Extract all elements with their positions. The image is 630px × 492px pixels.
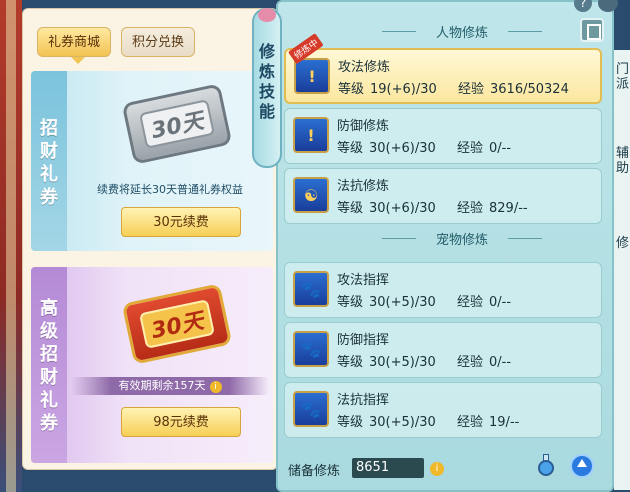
- skill-name: 防御指挥: [337, 333, 390, 348]
- storage-value: 8651: [352, 458, 424, 478]
- skill-level: 等级 30(+5)/30: [337, 411, 436, 430]
- magic-resist-icon: ☯: [293, 177, 329, 213]
- level-label: 等级: [337, 295, 364, 310]
- skill-name: 攻法指挥: [337, 273, 390, 288]
- renew-98-button[interactable]: 98元续费: [121, 407, 241, 437]
- skill-exp: 经验 0/--: [457, 137, 511, 156]
- level-value: 30(+6)/30: [369, 201, 436, 216]
- skill-row[interactable]: ☯ 法抗修炼等级 30(+6)/30 经验 829/--: [284, 168, 602, 224]
- skill-level: 等级 30(+6)/30: [337, 197, 436, 216]
- level-label: 等级: [338, 82, 365, 97]
- skill-exp: 经验 19/--: [457, 411, 519, 430]
- exp-value: 3616/50324: [490, 82, 569, 97]
- validity-text: 有效期剩余157天 i: [71, 377, 269, 395]
- ticket-label: 30天: [139, 99, 215, 149]
- exp-label: 经验: [457, 201, 484, 216]
- skill-level: 等级 19(+6)/30: [338, 78, 437, 97]
- premium-fortune-voucher-card: 高级招财礼券 30天 有效期剩余157天 i 98元续费: [31, 267, 273, 463]
- level-value: 30(+6)/30: [369, 141, 436, 156]
- silver-ticket-icon: 30天: [121, 83, 233, 165]
- level-label: 等级: [337, 201, 364, 216]
- renew-30-button[interactable]: 30元续费: [121, 207, 241, 237]
- exp-value: 829/--: [489, 201, 528, 216]
- skill-exp: 经验 829/--: [457, 197, 528, 216]
- section-title: 人物修炼: [372, 22, 552, 42]
- tab-cultivation-skills[interactable]: 修炼技能: [252, 8, 282, 168]
- level-label: 等级: [337, 355, 364, 370]
- card-title: 招财礼券: [40, 118, 58, 208]
- pet-resist-icon: 🐾: [293, 391, 329, 427]
- skill-level: 等级 30(+5)/30: [337, 291, 436, 310]
- level-label: 等级: [337, 141, 364, 156]
- right-edge-tabs: 门派 辅助 修: [614, 50, 630, 490]
- skill-level: 等级 30(+6)/30: [337, 137, 436, 156]
- voucher-shop-panel: 礼券商城 积分兑换 招财礼券 30天 续费将延长30天普通礼券权益 30元续费 …: [22, 8, 278, 470]
- skill-level: 等级 30(+5)/30: [337, 351, 436, 370]
- exp-label: 经验: [457, 355, 484, 370]
- skill-row[interactable]: ! 修炼中 攻法修炼 等级 19(+6)/30 经验 3616/50324: [284, 33, 602, 104]
- tab-label: 修炼技能: [259, 42, 276, 121]
- validity-label: 有效期剩余157天: [118, 379, 206, 392]
- tab-assist[interactable]: 辅助: [616, 146, 629, 176]
- upgrade-arrow-icon[interactable]: [570, 454, 594, 478]
- skill-name: 攻法修炼: [338, 60, 391, 75]
- active-tab-arrow: [71, 57, 85, 64]
- fortune-voucher-card: 招财礼券 30天 续费将延长30天普通礼券权益 30元续费: [31, 71, 273, 251]
- level-label: 等级: [337, 415, 364, 430]
- exp-value: 0/--: [489, 141, 512, 156]
- card-title: 高级招财礼券: [40, 298, 58, 434]
- game-background-edge: [0, 0, 22, 492]
- exp-label: 经验: [457, 141, 484, 156]
- skill-exp: 经验 3616/50324: [458, 78, 569, 97]
- info-icon[interactable]: i: [430, 462, 444, 476]
- tab-cultivate[interactable]: 修: [616, 236, 629, 251]
- level-value: 19(+6)/30: [370, 82, 437, 97]
- exp-label: 经验: [457, 415, 484, 430]
- info-icon[interactable]: i: [209, 381, 222, 393]
- skill-row[interactable]: ! 防御修炼等级 30(+6)/30 经验 0/--: [284, 108, 602, 164]
- gold-ticket-icon: 30天: [121, 283, 233, 365]
- defense-icon: !: [293, 117, 329, 153]
- pet-defense-icon: 🐾: [293, 331, 329, 367]
- skill-row[interactable]: 🐾 攻法指挥等级 30(+5)/30 经验 0/--: [284, 262, 602, 318]
- exp-value: 0/--: [489, 355, 512, 370]
- exp-value: 19/--: [489, 415, 520, 430]
- card-side-banner: 高级招财礼券: [31, 267, 67, 463]
- tab-points-exchange[interactable]: 积分兑换: [121, 27, 196, 57]
- skill-name: 防御修炼: [337, 119, 390, 134]
- skill-name: 法抗指挥: [337, 393, 390, 408]
- ticket-label: 30天: [139, 299, 215, 349]
- flower-ornament-icon: [258, 8, 276, 22]
- exp-label: 经验: [458, 82, 485, 97]
- skill-row[interactable]: 🐾 法抗指挥等级 30(+5)/30 经验 19/--: [284, 382, 602, 438]
- exp-label: 经验: [457, 295, 484, 310]
- card-description: 续费将延长30天普通礼券权益: [97, 183, 243, 196]
- card-side-banner: 招财礼券: [31, 71, 67, 251]
- edit-icon[interactable]: [580, 18, 604, 42]
- close-button[interactable]: [598, 0, 618, 12]
- skill-exp: 经验 0/--: [457, 351, 511, 370]
- skill-name: 法抗修炼: [337, 179, 390, 194]
- level-value: 30(+5)/30: [369, 355, 436, 370]
- potion-icon[interactable]: [534, 452, 558, 478]
- pet-attack-icon: 🐾: [293, 271, 329, 307]
- storage-label: 储备修炼: [288, 464, 341, 479]
- level-value: 30(+5)/30: [369, 295, 436, 310]
- section-title: 宠物修炼: [372, 229, 552, 249]
- level-value: 30(+5)/30: [369, 415, 436, 430]
- skill-exp: 经验 0/--: [457, 291, 511, 310]
- tab-sect[interactable]: 门派: [616, 62, 629, 92]
- exp-value: 0/--: [489, 295, 512, 310]
- attack-magic-icon: !: [294, 58, 330, 94]
- skill-row[interactable]: 🐾 防御指挥等级 30(+5)/30 经验 0/--: [284, 322, 602, 378]
- tab-voucher-shop[interactable]: 礼券商城: [37, 27, 112, 57]
